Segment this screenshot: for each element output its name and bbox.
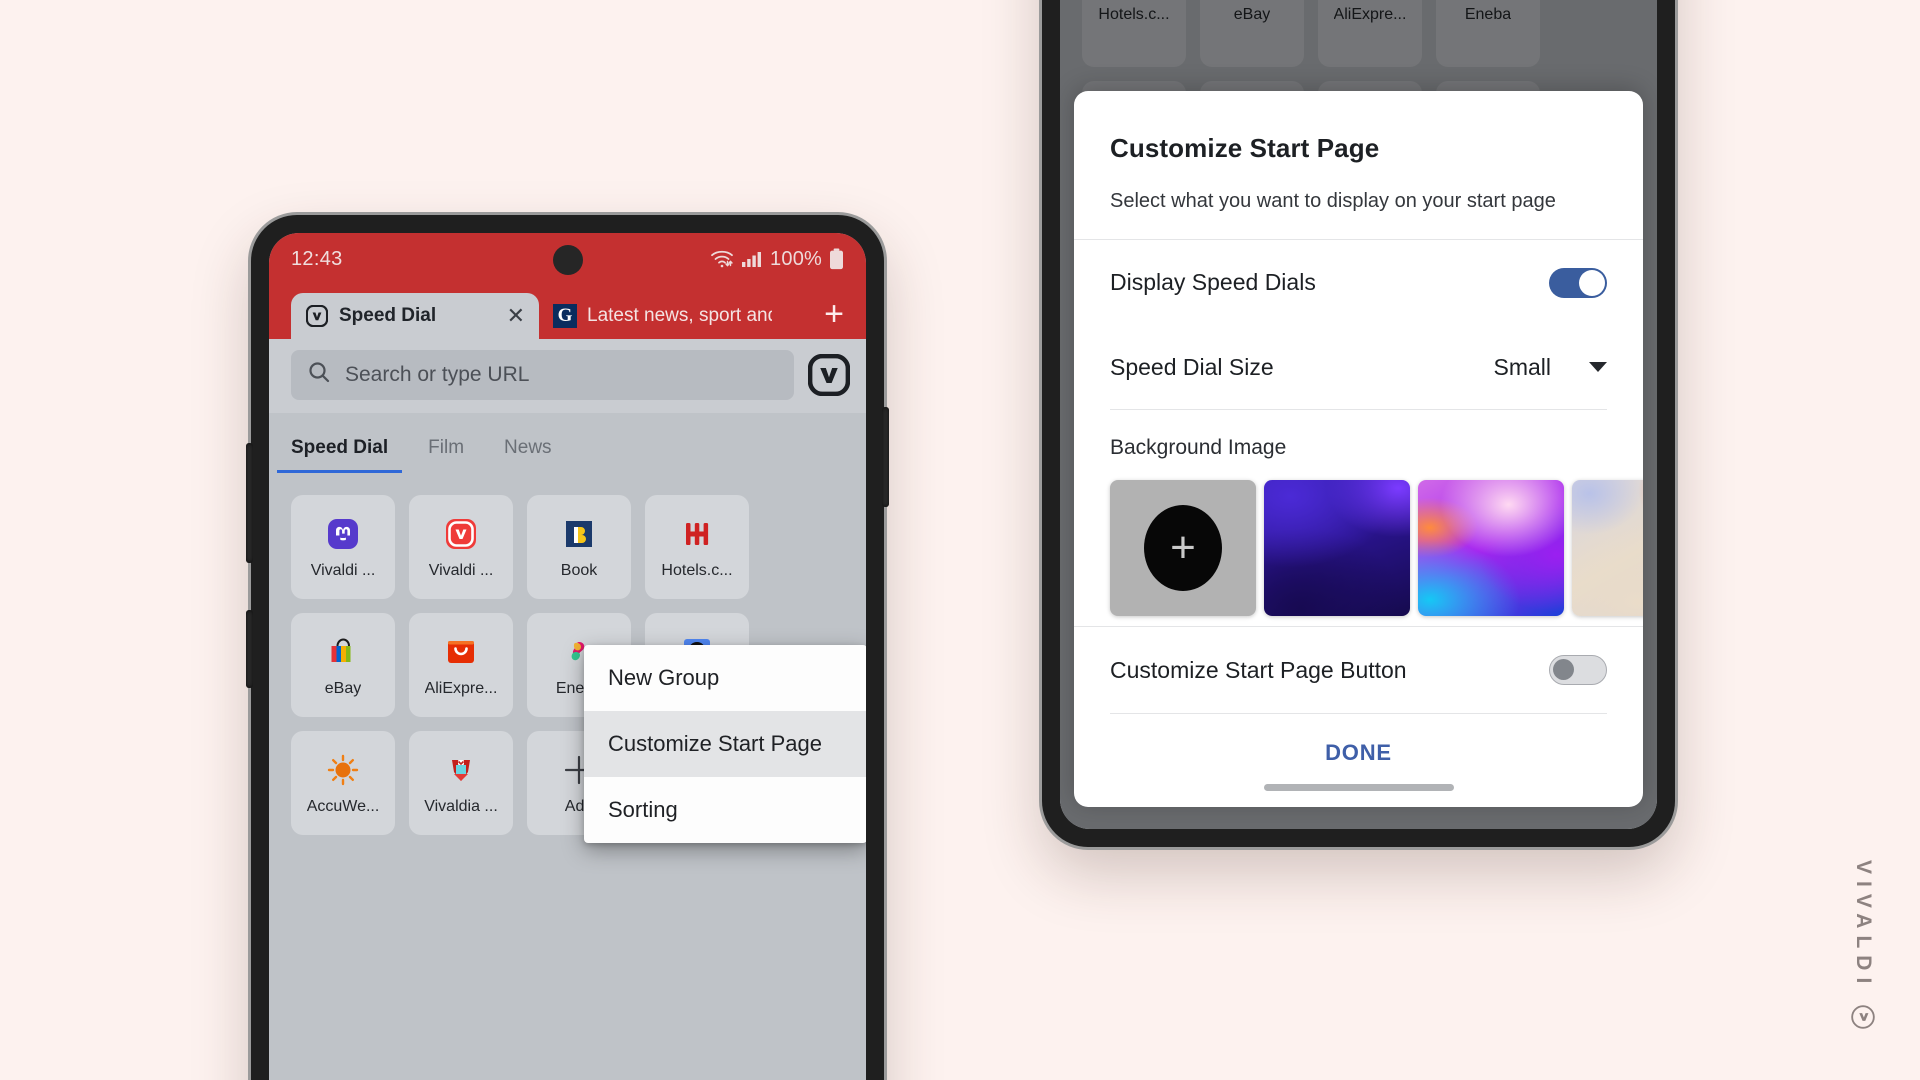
toolbar: Search or type URL [269,339,866,413]
mastodon-icon [323,514,363,554]
new-tab-button[interactable]: + [824,297,844,331]
watermark-text: VIVALDI [1852,860,1875,991]
wifi-icon [710,249,734,269]
speed-dial-item[interactable]: Vivaldia ... [409,731,513,835]
ebay-icon [323,632,363,672]
poster-canvas: 12:43 100% Speed Dial ✕ G Latest news, s… [0,0,1920,1080]
speed-dial-label: Vivaldi ... [428,562,494,579]
menu-item-customize-start-page[interactable]: Customize Start Page [584,711,866,777]
left-phone-device: 12:43 100% Speed Dial ✕ G Latest news, s… [246,215,889,1080]
speed-dial-label: Hotels.c... [661,562,733,579]
right-phone-device: Hotels.c... eBay AliExpre... Eneba Qwant… [1042,0,1675,847]
dialog-header: Customize Start Page Select what you wan… [1074,91,1643,239]
speed-dial-size-value: Small [1493,353,1551,380]
right-phone-screen: Hotels.c... eBay AliExpre... Eneba Qwant… [1060,0,1657,829]
chevron-down-icon[interactable] [1589,362,1607,373]
close-icon[interactable]: ✕ [507,305,525,327]
dialog-footer: DONE [1074,714,1643,784]
speed-dial-item[interactable]: AccuWe... [291,731,395,835]
row-customize-start-page-button[interactable]: Customize Start Page Button [1074,627,1643,713]
guardian-letter: G [553,304,577,328]
aliexpress-icon [441,632,481,672]
wallpaper-magenta-cyan-thumbnail[interactable] [1418,479,1564,616]
tab-title: Speed Dial [339,305,437,326]
battery-full-icon [829,248,844,270]
menu-item-sorting[interactable]: Sorting [584,777,866,843]
row-label: Customize Start Page Button [1110,656,1407,683]
status-bar: 12:43 100% [269,233,866,285]
background-thumbnail-list: + [1074,460,1643,626]
dialog-subtitle: Select what you want to display on your … [1110,190,1556,212]
status-clock: 12:43 [291,247,343,270]
status-icons: 100% [710,248,844,271]
context-menu: New Group Customize Start Page Sorting [584,645,866,843]
toggle-knob [1579,269,1605,296]
speed-dial-item[interactable]: eBay [291,613,395,717]
start-page-tabs: Speed Dial Film News [269,413,866,473]
battery-percent-label: 100% [770,247,822,270]
vivaldi-menu-button[interactable] [807,353,851,397]
hotels-icon [677,514,717,554]
speed-dial-item[interactable]: Vivaldi ... [409,495,513,599]
dialog-title: Customize Start Page [1110,133,1380,163]
speed-dial-label: Vivaldia ... [424,798,498,815]
speed-dial-label: eBay [324,680,362,697]
bookmarks-icon [559,514,599,554]
customize-start-page-dialog: Customize Start Page Select what you wan… [1074,91,1643,807]
search-icon [307,360,331,390]
row-display-speed-dials[interactable]: Display Speed Dials [1074,240,1643,326]
row-speed-dial-size[interactable]: Speed Dial Size Small [1074,326,1643,409]
vivaldi-icon [441,514,481,554]
row-label: Display Speed Dials [1110,269,1316,296]
tab-strip: Speed Dial ✕ G Latest news, sport and + [269,285,866,339]
vivaldi-shield-icon [305,304,329,328]
vivaldia-icon [441,750,481,790]
speed-dial-item[interactable]: Hotels.c... [645,495,749,599]
search-input[interactable]: Search or type URL [291,350,794,400]
speed-dial-label: AccuWe... [306,798,380,815]
wallpaper-indigo-thumbnail[interactable] [1264,479,1410,616]
speed-dial-label: Vivaldi ... [310,562,376,579]
toggle-knob [1553,659,1574,681]
customize-start-page-button-toggle[interactable] [1549,655,1607,686]
right-side-button[interactable] [882,407,889,507]
left-phone-screen: 12:43 100% Speed Dial ✕ G Latest news, s… [269,233,866,1080]
speed-dial-label: AliExpre... [424,680,498,697]
power-button[interactable] [246,610,253,688]
speed-dial-item[interactable]: Vivaldi ... [291,495,395,599]
speed-dial-label: Book [560,562,598,579]
add-background-image-button[interactable]: + [1110,479,1256,616]
search-placeholder: Search or type URL [345,363,530,386]
row-label: Speed Dial Size [1110,353,1274,380]
tab-news-nav[interactable]: News [504,437,552,473]
camera-punch-hole [552,245,583,275]
tab-latest-news[interactable]: G Latest news, sport and [539,293,786,339]
tab-title: Latest news, sport and [587,305,772,326]
menu-item-new-group[interactable]: New Group [584,645,866,711]
vivaldi-watermark: VIVALDI [1850,860,1876,1035]
home-indicator-pill[interactable] [1263,784,1454,792]
tab-film-nav[interactable]: Film [428,437,464,473]
speed-dial-item[interactable]: AliExpre... [409,613,513,717]
vivaldi-logo-icon [1850,1004,1876,1035]
wallpaper-peach-orange-thumbnail[interactable] [1572,479,1643,616]
display-speed-dials-toggle[interactable] [1549,267,1607,298]
cellular-signal-icon [741,250,763,268]
guardian-icon: G [553,304,577,328]
volume-button[interactable] [246,443,253,563]
plus-icon: + [1144,504,1222,591]
background-image-label: Background Image [1110,435,1287,459]
home-indicator [1074,784,1643,807]
tab-speed-dial[interactable]: Speed Dial ✕ [291,293,539,339]
accuweather-icon [323,750,363,790]
speed-dial-item[interactable]: Book [527,495,631,599]
done-button[interactable]: DONE [1325,740,1392,765]
tab-speed-dial-nav[interactable]: Speed Dial [276,437,403,473]
